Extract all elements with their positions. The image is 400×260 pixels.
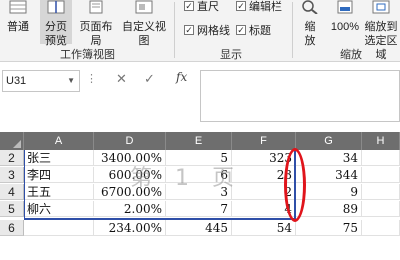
column-header-h[interactable]: H — [362, 132, 400, 150]
cell-a5[interactable]: 柳六 — [24, 201, 94, 217]
custom-views-icon — [135, 0, 153, 14]
cell-a2[interactable]: 张三 — [24, 150, 94, 166]
name-box[interactable]: U31 ▼ — [2, 70, 80, 92]
page-layout-button[interactable]: 页面布局 — [76, 0, 116, 48]
cell-e5[interactable]: 7 — [166, 201, 232, 217]
formula-bar-area: U31 ▼ ⋮ ✕ ✓ fx — [0, 62, 400, 132]
page-layout-icon — [89, 0, 103, 14]
show-group-label: 显示 — [220, 49, 242, 61]
formula-bar-checkbox[interactable]: ✓ 编辑栏 — [236, 0, 282, 14]
cell-a4[interactable]: 王五 — [24, 184, 94, 200]
group-separator — [292, 2, 293, 58]
cell-d5[interactable]: 2.00% — [94, 201, 166, 217]
cell-h5[interactable] — [362, 201, 400, 217]
magnifier-icon — [302, 0, 318, 15]
formula-input[interactable] — [200, 70, 400, 122]
zoom-100-button[interactable]: 100% — [330, 0, 360, 34]
ruler-checkbox[interactable]: ✓ 直尺 — [184, 0, 219, 14]
cell-h6[interactable] — [362, 220, 400, 236]
worksheet-grid[interactable]: A D E F G H 2 3 4 5 6 张三 3400.00% 5 323 … — [0, 132, 400, 260]
row-header-3[interactable]: 3 — [0, 167, 24, 183]
gridlines-checkbox[interactable]: ✓ 网格线 — [184, 22, 230, 38]
formula-bar-grip-icon[interactable]: ⋮ — [86, 72, 97, 85]
cell-g5[interactable]: 89 — [296, 201, 362, 217]
page-break-horizontal-line[interactable] — [24, 218, 296, 220]
gridlines-label: 网格线 — [197, 25, 230, 37]
zoom-button[interactable]: 缩 放 — [298, 0, 322, 48]
normal-view-icon — [9, 0, 27, 14]
print-area-left-border — [24, 150, 25, 220]
page-number-watermark: 第 1 页 — [130, 166, 242, 191]
ruler-check-icon: ✓ — [184, 1, 194, 11]
ruler-label: 直尺 — [197, 1, 219, 13]
cell-a3[interactable]: 李四 — [24, 167, 94, 183]
column-header-f[interactable]: F — [232, 132, 296, 150]
row-header-5[interactable]: 5 — [0, 201, 24, 217]
zoom-to-selection-label-1: 缩放到 — [364, 21, 398, 33]
row-header-4[interactable]: 4 — [0, 184, 24, 200]
cell-h4[interactable] — [362, 184, 400, 200]
cell-h2[interactable] — [362, 150, 400, 166]
zoom-label-1: 缩 — [304, 21, 316, 33]
page-break-preview-label-1: 分页 — [45, 21, 67, 33]
cell-e6[interactable]: 445 — [166, 220, 232, 236]
column-header-g[interactable]: G — [296, 132, 362, 150]
enter-icon[interactable]: ✓ — [144, 71, 155, 87]
cell-h3[interactable] — [362, 167, 400, 183]
column-header-d[interactable]: D — [94, 132, 166, 150]
headings-checkbox[interactable]: ✓ 标题 — [236, 22, 271, 38]
name-box-value: U31 — [6, 75, 27, 87]
zoom-to-selection-label-2: 选定区域 — [364, 35, 398, 61]
cell-d6[interactable]: 234.00% — [94, 220, 166, 236]
row-header-6[interactable]: 6 — [0, 220, 24, 236]
page-layout-label: 页面布局 — [79, 21, 113, 47]
headings-label: 标题 — [249, 25, 271, 37]
cell-g6[interactable]: 75 — [296, 220, 362, 236]
select-all-button[interactable] — [0, 132, 24, 150]
cell-a6[interactable] — [24, 220, 94, 236]
cell-g2[interactable]: 34 — [296, 150, 362, 166]
zoom-label-2: 放 — [304, 35, 316, 47]
group-separator — [174, 2, 175, 58]
custom-views-button[interactable]: 自定义视图 — [118, 0, 170, 48]
cancel-icon[interactable]: ✕ — [116, 71, 127, 87]
annotation-ellipse — [284, 148, 306, 222]
gridlines-check-icon: ✓ — [184, 25, 194, 35]
normal-view-label: 普通 — [7, 21, 29, 33]
cell-f6[interactable]: 54 — [232, 220, 296, 236]
row-header-2[interactable]: 2 — [0, 150, 24, 166]
insert-function-button[interactable]: fx — [176, 70, 187, 84]
zoom-100-label: 100% — [330, 21, 360, 33]
formula-bar-label: 编辑栏 — [249, 1, 282, 13]
page-break-preview-icon — [47, 0, 65, 14]
normal-view-button[interactable]: 普通 — [4, 0, 32, 34]
custom-views-label: 自定义视图 — [122, 21, 166, 47]
name-box-dropdown-icon[interactable]: ▼ — [67, 71, 75, 91]
zoom-100-icon — [337, 0, 353, 14]
zoom-to-selection-icon — [372, 0, 390, 14]
headings-check-icon: ✓ — [236, 25, 246, 35]
workbook-views-group-label: 工作簿视图 — [60, 49, 115, 61]
zoom-group-label: 缩放 — [340, 49, 362, 61]
zoom-to-selection-button[interactable]: 缩放到 选定区域 — [362, 0, 400, 62]
page-break-preview-button[interactable]: 分页 预览 — [40, 0, 72, 47]
column-header-e[interactable]: E — [166, 132, 232, 150]
ribbon: 普通 分页 预览 页面布局 自定义视图 工作簿视图 ✓ 直尺 ✓ 编辑栏 ✓ 网… — [0, 0, 400, 62]
column-header-a[interactable]: A — [24, 132, 94, 150]
formula-bar-check-icon: ✓ — [236, 1, 246, 11]
